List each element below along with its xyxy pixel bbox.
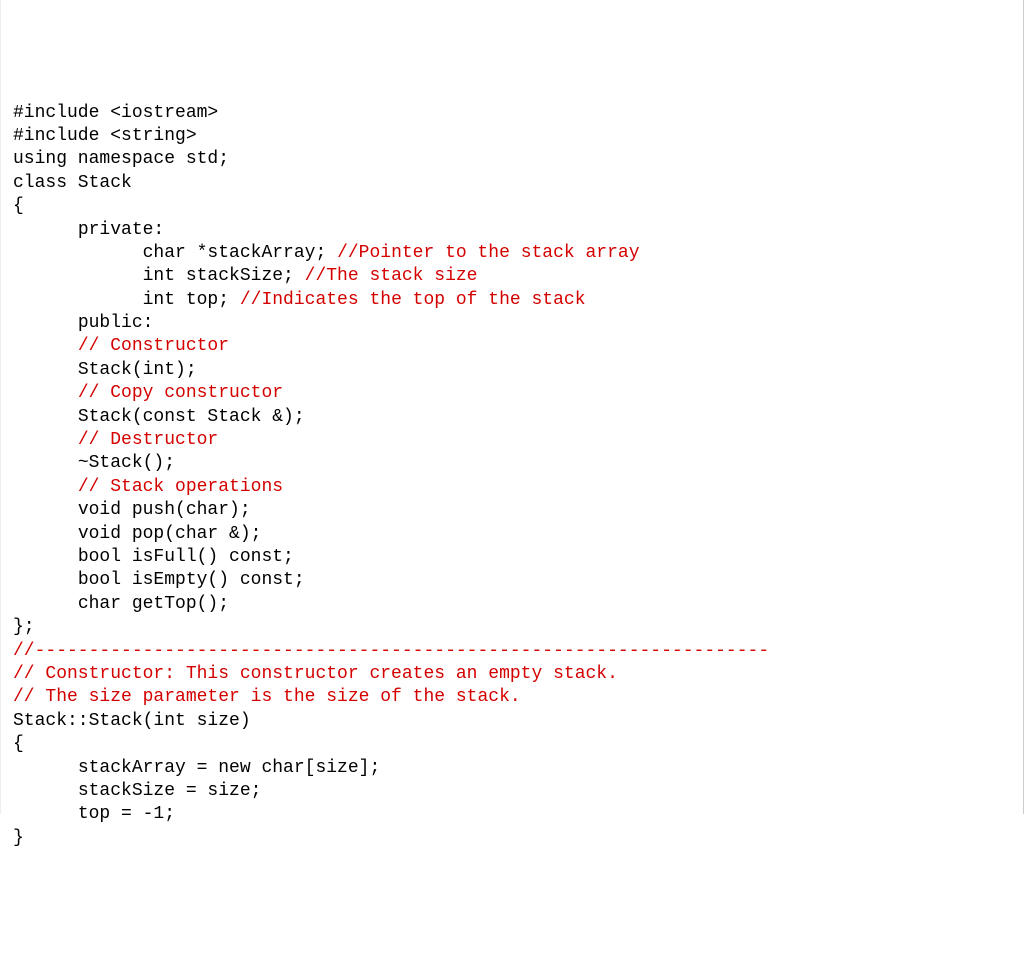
code-listing: #include <iostream> #include <string> usin… bbox=[13, 102, 1011, 851]
code-line: // Constructor bbox=[13, 335, 1011, 358]
code-text: stackArray = new char[size]; bbox=[78, 758, 380, 778]
code-line: stackSize = size; bbox=[13, 780, 1011, 803]
code-line: // Stack operations bbox=[13, 476, 1011, 499]
code-line: top = -1; bbox=[13, 803, 1011, 826]
code-text: bool isEmpty() const; bbox=[78, 570, 305, 590]
code-text: Stack(const Stack &); bbox=[78, 407, 305, 427]
code-line: } bbox=[13, 827, 1011, 850]
code-text: void pop(char &); bbox=[78, 524, 262, 544]
code-line: char getTop(); bbox=[13, 593, 1011, 616]
code-line: ~Stack(); bbox=[13, 452, 1011, 475]
code-text: void push(char); bbox=[78, 500, 251, 520]
code-line: int top; //Indicates the top of the stac… bbox=[13, 289, 1011, 312]
code-text: #include <string> bbox=[13, 126, 197, 146]
comment-text: // Constructor bbox=[78, 336, 229, 356]
code-line: using namespace std; bbox=[13, 148, 1011, 171]
code-line: { bbox=[13, 733, 1011, 756]
code-text: top = -1; bbox=[78, 804, 175, 824]
code-text: { bbox=[13, 196, 24, 216]
code-line: // Destructor bbox=[13, 429, 1011, 452]
code-line: bool isEmpty() const; bbox=[13, 569, 1011, 592]
code-line: #include <iostream> bbox=[13, 102, 1011, 125]
code-line: Stack(const Stack &); bbox=[13, 406, 1011, 429]
code-line: void pop(char &); bbox=[13, 523, 1011, 546]
comment-text: // Destructor bbox=[78, 430, 218, 450]
code-text: int stackSize; bbox=[143, 266, 305, 286]
comment-text: //Indicates the top of the stack bbox=[240, 290, 586, 310]
comment-text: // Copy constructor bbox=[78, 383, 283, 403]
code-text: { bbox=[13, 734, 24, 754]
code-line: bool isFull() const; bbox=[13, 546, 1011, 569]
comment-text: //Pointer to the stack array bbox=[337, 243, 639, 263]
code-line: }; bbox=[13, 616, 1011, 639]
comment-text: // Stack operations bbox=[78, 477, 283, 497]
code-text: private: bbox=[78, 220, 164, 240]
code-text: bool isFull() const; bbox=[78, 547, 294, 567]
code-line: // The size parameter is the size of the… bbox=[13, 686, 1011, 709]
code-line: int stackSize; //The stack size bbox=[13, 265, 1011, 288]
code-line: #include <string> bbox=[13, 125, 1011, 148]
code-text: stackSize = size; bbox=[78, 781, 262, 801]
code-line: char *stackArray; //Pointer to the stack… bbox=[13, 242, 1011, 265]
code-line: private: bbox=[13, 219, 1011, 242]
code-line: // Constructor: This constructor creates… bbox=[13, 663, 1011, 686]
code-line: stackArray = new char[size]; bbox=[13, 757, 1011, 780]
code-text: #include <iostream> bbox=[13, 103, 218, 123]
code-text: public: bbox=[78, 313, 154, 333]
code-text: char getTop(); bbox=[78, 594, 229, 614]
code-line: { bbox=[13, 195, 1011, 218]
code-text: Stack::Stack(int size) bbox=[13, 711, 251, 731]
comment-text: //--------------------------------------… bbox=[13, 641, 769, 661]
comment-text: //The stack size bbox=[305, 266, 478, 286]
code-line: Stack::Stack(int size) bbox=[13, 710, 1011, 733]
code-text: class Stack bbox=[13, 173, 132, 193]
code-line: public: bbox=[13, 312, 1011, 335]
code-text: }; bbox=[13, 617, 35, 637]
code-text: int top; bbox=[143, 290, 240, 310]
code-text: char *stackArray; bbox=[143, 243, 337, 263]
code-line: void push(char); bbox=[13, 499, 1011, 522]
code-line: class Stack bbox=[13, 172, 1011, 195]
code-text: using namespace std; bbox=[13, 149, 229, 169]
code-text: Stack(int); bbox=[78, 360, 197, 380]
code-text: ~Stack(); bbox=[78, 453, 175, 473]
code-text: } bbox=[13, 828, 24, 848]
code-line: Stack(int); bbox=[13, 359, 1011, 382]
comment-text: // The size parameter is the size of the… bbox=[13, 687, 521, 707]
code-line: //--------------------------------------… bbox=[13, 640, 1011, 663]
code-line: // Copy constructor bbox=[13, 382, 1011, 405]
comment-text: // Constructor: This constructor creates… bbox=[13, 664, 618, 684]
